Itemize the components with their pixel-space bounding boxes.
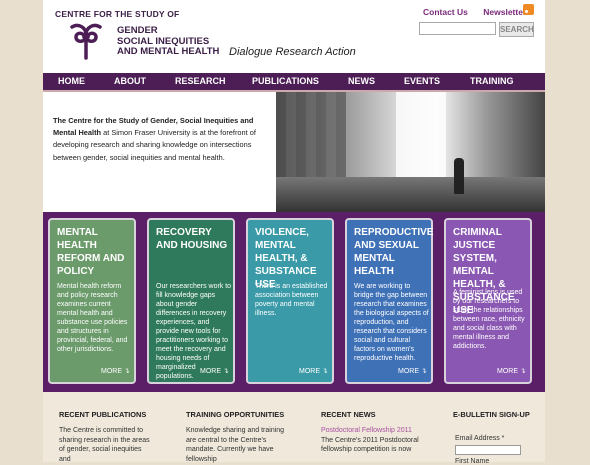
card-title: REPRODUCTIVE AND SEXUAL MENTAL HEALTH <box>354 227 434 277</box>
footer-news-body: Postdoctoral Fellowship 2011 The Centre'… <box>321 426 431 455</box>
tagline: Dialogue Research Action <box>229 46 356 58</box>
footer-training: TRAINING OPPORTUNITIES Knowledge sharing… <box>186 410 304 463</box>
card-body: Mental health reform and policy research… <box>57 283 128 353</box>
card-violence[interactable]: VIOLENCE, MENTAL HEALTH, & SUBSTANCE USE… <box>246 218 334 384</box>
search-input[interactable] <box>419 22 496 35</box>
card-criminal-justice[interactable]: CRIMINAL JUSTICE SYSTEM, MENTAL HEALTH, … <box>444 218 532 384</box>
card-body: There is an established association betw… <box>255 283 328 317</box>
email-label: Email Address * <box>455 435 505 442</box>
ebulletin-title: E-BULLETIN SIGN-UP <box>453 410 530 419</box>
card-mental-health-reform[interactable]: MENTAL HEALTH REFORM AND POLICY Mental h… <box>48 218 136 384</box>
research-panel: MENTAL HEALTH REFORM AND POLICY Mental h… <box>43 212 545 392</box>
logo-line-1: GENDER <box>117 25 158 36</box>
news-link[interactable]: Postdoctoral Fellowship 2011 <box>321 426 431 436</box>
footer-publications-title: RECENT PUBLICATIONS <box>59 410 147 419</box>
footer-training-title: TRAINING OPPORTUNITIES <box>186 410 285 419</box>
nav-publications[interactable]: PUBLICATIONS <box>252 73 319 90</box>
logo-swirl-icon <box>70 23 102 60</box>
footer-training-text: Knowledge sharing and training are centr… <box>186 427 285 463</box>
search-button[interactable]: SEARCH <box>499 22 534 37</box>
footer-news-title: RECENT NEWS <box>321 410 376 419</box>
card-reproductive[interactable]: REPRODUCTIVE AND SEXUAL MENTAL HEALTH We… <box>345 218 433 384</box>
logo-line-3: AND MENTAL HEALTH <box>117 46 220 57</box>
footer-publications-text: The Centre is committed to sharing resea… <box>59 427 150 463</box>
hero-person <box>454 158 464 194</box>
footer-news: RECENT NEWS Postdoctoral Fellowship 2011… <box>321 410 441 453</box>
card-title: RECOVERY AND HOUSING <box>156 227 228 251</box>
logo-text: GENDER SOCIAL INEQUITIES AND MENTAL HEAL… <box>117 25 220 58</box>
card-body: A feminist lens is used by our researche… <box>453 289 525 350</box>
footer: RECENT PUBLICATIONS The Centre is commit… <box>43 392 545 465</box>
nav-research[interactable]: RESEARCH <box>175 73 226 90</box>
hero-ground <box>276 177 545 212</box>
card-more-link[interactable]: MORE ↴ <box>398 367 427 375</box>
contact-us-link[interactable]: Contact Us <box>423 7 468 17</box>
card-recovery-housing[interactable]: RECOVERY AND HOUSING Our researchers wor… <box>147 218 235 384</box>
top-links: Contact Us Newsletter <box>423 7 539 17</box>
card-more-link[interactable]: MORE ↴ <box>200 367 229 375</box>
footer-publications: RECENT PUBLICATIONS The Centre is commit… <box>59 410 169 463</box>
intro-paragraph: The Centre for the Study of Gender, Soci… <box>53 115 268 164</box>
card-more-link[interactable]: MORE ↴ <box>299 367 328 375</box>
hero-photo <box>276 92 545 212</box>
nav-events[interactable]: EVENTS <box>404 73 440 90</box>
nav-about[interactable]: ABOUT <box>114 73 146 90</box>
nav-home[interactable]: HOME <box>58 73 85 90</box>
page: CENTRE FOR THE STUDY OF GENDER SOCIAL IN… <box>43 0 545 465</box>
card-more-link[interactable]: MORE ↴ <box>497 367 526 375</box>
news-text: The Centre's 2011 Postdoctoral fellowshi… <box>321 436 419 454</box>
card-more-link[interactable]: MORE ↴ <box>101 367 130 375</box>
centre-top-label: CENTRE FOR THE STUDY OF <box>55 9 180 19</box>
email-field[interactable] <box>455 445 521 455</box>
nav-news[interactable]: NEWS <box>348 73 375 90</box>
card-title: MENTAL HEALTH REFORM AND POLICY <box>57 227 125 277</box>
main-nav: HOME ABOUT RESEARCH PUBLICATIONS NEWS EV… <box>43 73 545 92</box>
newsletter-link[interactable]: Newsletter <box>483 7 526 17</box>
rss-icon[interactable] <box>523 4 534 15</box>
nav-training[interactable]: TRAINING <box>470 73 514 90</box>
card-body: We are working to bridge the gap between… <box>354 283 429 362</box>
